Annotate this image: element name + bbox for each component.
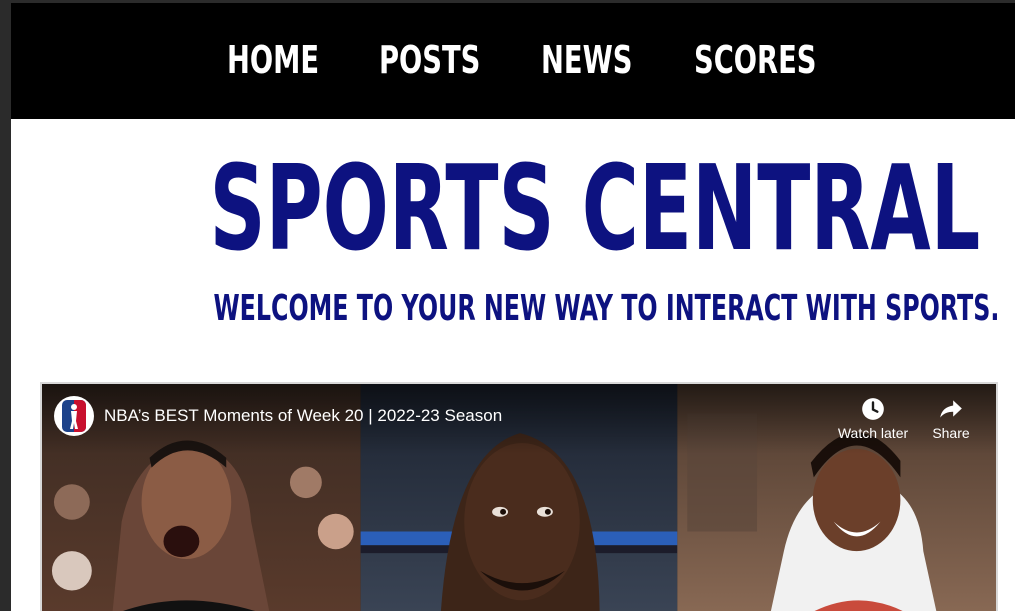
clock-icon	[862, 398, 884, 420]
site-tagline-text: WELCOME TO YOUR NEW WAY TO INTERACT WITH…	[213, 288, 1000, 329]
site-tagline: WELCOME TO YOUR NEW WAY TO INTERACT WITH…	[11, 287, 1015, 331]
nba-logo-icon	[62, 400, 86, 432]
video-embed[interactable]: NBA’s BEST Moments of Week 20 | 2022-23 …	[40, 382, 998, 611]
watch-later-label: Watch later	[837, 425, 909, 441]
video-title[interactable]: NBA’s BEST Moments of Week 20 | 2022-23 …	[104, 406, 502, 426]
watch-later-button[interactable]: Watch later	[833, 396, 913, 442]
nav-home-link[interactable]: HOME	[227, 37, 319, 83]
share-arrow-icon	[940, 400, 962, 418]
nav-news-link[interactable]: NEWS	[541, 37, 632, 83]
page: HOME POSTS NEWS SCORES SPORTS CENTRAL WE…	[11, 3, 1015, 611]
share-label: Share	[932, 425, 970, 441]
site-title-text: SPORTS CENTRAL	[209, 139, 981, 277]
nav-scores-link[interactable]: SCORES	[694, 37, 817, 83]
share-button[interactable]: Share	[911, 396, 991, 442]
top-navbar: HOME POSTS NEWS SCORES	[11, 3, 1015, 119]
site-title: SPORTS CENTRAL	[11, 143, 1015, 273]
channel-avatar[interactable]	[54, 396, 94, 436]
nav-posts-link[interactable]: POSTS	[379, 37, 480, 83]
